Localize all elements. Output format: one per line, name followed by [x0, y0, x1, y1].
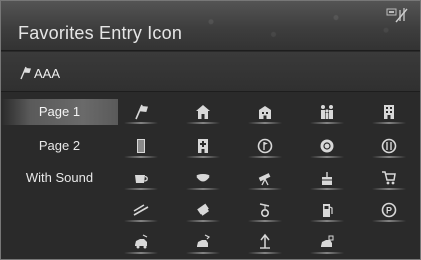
- restaurant-icon-option[interactable]: [366, 133, 412, 159]
- tickets-icon-option[interactable]: [180, 197, 226, 223]
- office-icon: [259, 106, 271, 119]
- icon-grid: P: [118, 93, 420, 259]
- sports-icon: [320, 139, 334, 153]
- coffee-icon: [135, 175, 148, 183]
- flag-icon-option[interactable]: [118, 99, 164, 125]
- page-title: Favorites Entry Icon: [18, 23, 183, 43]
- shopping-cart-icon-option[interactable]: [366, 165, 412, 191]
- car-icon: [135, 234, 148, 249]
- fishing-icon-option[interactable]: [242, 197, 288, 223]
- gas-pump-icon: [323, 204, 333, 217]
- building-icon-option[interactable]: [366, 99, 412, 125]
- fishing-icon: [259, 203, 270, 218]
- header-bar: Favorites Entry Icon: [1, 1, 420, 51]
- flag-icon: [135, 104, 148, 120]
- gas-pump-icon-option[interactable]: [304, 197, 350, 223]
- tall-building-icon: [137, 139, 145, 153]
- family-icon: [321, 105, 333, 119]
- office-icon-option[interactable]: [242, 99, 288, 125]
- page-2-button[interactable]: Page 2: [1, 133, 118, 159]
- header-decoration: [161, 5, 411, 47]
- tall-building-icon-option[interactable]: [118, 133, 164, 159]
- coffee-icon-option[interactable]: [118, 165, 164, 191]
- car-swap-icon: [197, 234, 211, 247]
- car-icon-option[interactable]: [118, 229, 164, 255]
- house-icon-option[interactable]: [180, 99, 226, 125]
- golf-icon-option[interactable]: [242, 133, 288, 159]
- signal-off-icon: [386, 8, 408, 23]
- favorites-entry-icon-screen: Favorites Entry Icon AAA Page 1 Page 2 W…: [0, 0, 421, 260]
- cake-icon: [322, 172, 332, 185]
- arrow-car-icon-option[interactable]: [242, 229, 288, 255]
- parking-icon-option[interactable]: P: [366, 197, 412, 223]
- page-1-button[interactable]: Page 1: [1, 99, 118, 125]
- flag-icon: [20, 66, 31, 80]
- telescope-icon-option[interactable]: [242, 165, 288, 191]
- hospital-icon: [198, 139, 208, 153]
- sports-icon-option[interactable]: [304, 133, 350, 159]
- hospital-icon-option[interactable]: [180, 133, 226, 159]
- ski-icon-option[interactable]: [118, 197, 164, 223]
- entry-name: AAA: [34, 66, 61, 81]
- family-icon-option[interactable]: [304, 99, 350, 125]
- entry-preview: AAA: [1, 52, 420, 92]
- shopping-cart-icon: [382, 171, 396, 185]
- bowl-icon-option[interactable]: [180, 165, 226, 191]
- golf-icon: [257, 138, 273, 154]
- tickets-icon: [197, 203, 209, 216]
- ski-icon: [133, 204, 149, 216]
- with-sound-button[interactable]: With Sound: [1, 165, 118, 191]
- page-selector: Page 1 Page 2 With Sound: [1, 93, 118, 259]
- restaurant-icon: [381, 138, 397, 154]
- building-icon: [384, 105, 394, 119]
- house-icon: [196, 105, 210, 119]
- arrow-car-icon: [260, 233, 270, 249]
- car-swap-icon-option[interactable]: [180, 229, 226, 255]
- bowl-icon: [196, 174, 210, 182]
- truck-icon: [321, 235, 334, 247]
- telescope-icon: [258, 173, 271, 186]
- parking-icon: P: [381, 202, 397, 218]
- svg-text:P: P: [386, 206, 392, 216]
- truck-icon-option[interactable]: [304, 229, 350, 255]
- cake-icon-option[interactable]: [304, 165, 350, 191]
